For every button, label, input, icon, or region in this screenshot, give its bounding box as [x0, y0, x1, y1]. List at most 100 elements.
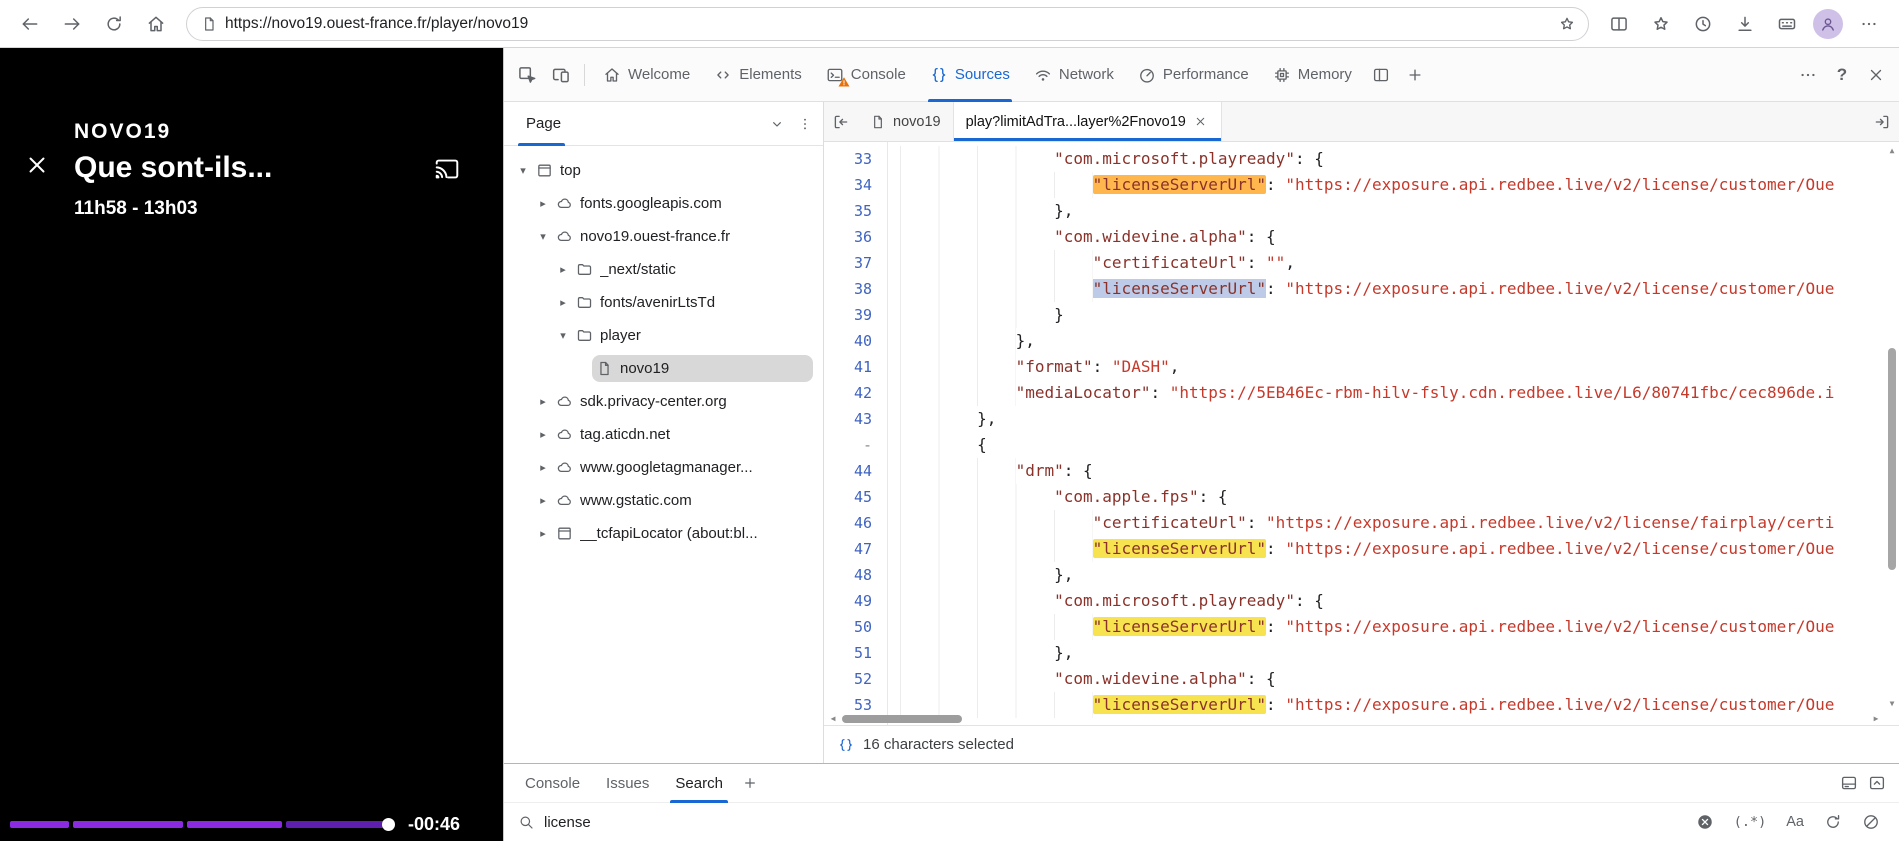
- code-line[interactable]: },: [900, 640, 1899, 666]
- site-info-icon[interactable]: [201, 16, 217, 32]
- tree-item-novo19-ouest-france-fr[interactable]: ▾ novo19.ouest-france.fr: [504, 220, 823, 253]
- refresh-search-button[interactable]: [1819, 808, 1847, 836]
- drawer-tab-search[interactable]: Search: [662, 764, 736, 803]
- line-number[interactable]: 48: [824, 562, 887, 588]
- code-line[interactable]: },: [900, 562, 1899, 588]
- drawer-tab-console[interactable]: Console: [512, 764, 593, 803]
- tree-expand-arrow[interactable]: ▸: [534, 395, 552, 408]
- downloads-button[interactable]: [1725, 4, 1765, 44]
- devtools-tab-welcome[interactable]: Welcome: [591, 48, 702, 102]
- code-line[interactable]: "licenseServerUrl": "https://exposure.ap…: [900, 614, 1899, 640]
- line-number[interactable]: 50: [824, 614, 887, 640]
- code-line[interactable]: "mediaLocator": "https://5EB46Ec-rbm-hil…: [900, 380, 1899, 406]
- code-line[interactable]: },: [900, 406, 1899, 432]
- tree-expand-arrow[interactable]: ▸: [534, 527, 552, 540]
- tree-item-next-static[interactable]: ▸ _next/static: [504, 253, 823, 286]
- devtools-tab-memory[interactable]: Memory: [1261, 48, 1364, 102]
- tree-item-fonts-avenirltstd[interactable]: ▸ fonts/avenirLtsTd: [504, 286, 823, 319]
- line-number[interactable]: 37: [824, 250, 887, 276]
- split-screen-button[interactable]: [1599, 4, 1639, 44]
- code-line[interactable]: "certificateUrl": "https://exposure.api.…: [900, 510, 1899, 536]
- code-line[interactable]: {: [900, 432, 1899, 458]
- code-line[interactable]: "licenseServerUrl": "https://exposure.ap…: [900, 276, 1899, 302]
- line-number[interactable]: 36: [824, 224, 887, 250]
- line-number[interactable]: 45: [824, 484, 887, 510]
- line-number[interactable]: 52: [824, 666, 887, 692]
- cast-button[interactable]: [432, 156, 462, 186]
- line-number[interactable]: 40: [824, 328, 887, 354]
- tree-collapse-arrow[interactable]: ▾: [514, 164, 532, 177]
- line-number[interactable]: 38: [824, 276, 887, 302]
- close-tab-icon[interactable]: [1193, 114, 1209, 130]
- vertical-scrollbar-thumb[interactable]: [1888, 347, 1896, 571]
- bookmark-button[interactable]: [1552, 9, 1582, 39]
- code-line[interactable]: }: [900, 302, 1899, 328]
- line-number[interactable]: 49: [824, 588, 887, 614]
- code-line[interactable]: "licenseServerUrl": "https://exposure.ap…: [900, 536, 1899, 562]
- code-line[interactable]: "format": "DASH",: [900, 354, 1899, 380]
- close-devtools-button[interactable]: [1859, 58, 1893, 92]
- line-number[interactable]: -: [824, 432, 887, 458]
- code-content[interactable]: "com.microsoft.playready": { "licenseSer…: [888, 142, 1899, 725]
- line-number[interactable]: 34: [824, 172, 887, 198]
- line-number[interactable]: 39: [824, 302, 887, 328]
- code-editor[interactable]: 33 34 35 36 37 38 39 40 41 42 43-44 45 46 47 48 49 50 51 5…: [824, 142, 1899, 725]
- navigator-tab-page[interactable]: Page: [504, 102, 575, 146]
- history-button[interactable]: [1683, 4, 1723, 44]
- tree-item-tcfapilocator-about-bl[interactable]: ▸ __tcfapiLocator (about:bl...: [504, 517, 823, 550]
- address-bar[interactable]: https://novo19.ouest-france.fr/player/no…: [186, 6, 1589, 41]
- scroll-down-arrow[interactable]: ▼: [1885, 697, 1899, 711]
- code-line[interactable]: "com.microsoft.playready": {: [900, 146, 1899, 172]
- line-number[interactable]: 43: [824, 406, 887, 432]
- devtools-tab-sources[interactable]: Sources: [918, 48, 1022, 102]
- add-drawer-tab-button[interactable]: [736, 769, 764, 797]
- scroll-left-arrow[interactable]: ◀: [826, 713, 840, 725]
- horizontal-scrollbar[interactable]: ◀ ▶: [824, 713, 1885, 725]
- tree-expand-arrow[interactable]: ▸: [534, 461, 552, 474]
- editor-tab-play-limitadtra-layer-2fnovo19[interactable]: play?limitAdTra...layer%2Fnovo19: [953, 102, 1222, 141]
- tree-item-top[interactable]: ▾ top: [504, 154, 823, 187]
- tree-expand-arrow[interactable]: ▸: [554, 263, 572, 276]
- favorites-button[interactable]: [1641, 4, 1681, 44]
- match-case-toggle[interactable]: Aa: [1781, 811, 1809, 833]
- devtools-tab-performance[interactable]: Performance: [1126, 48, 1261, 102]
- pretty-print-braces-icon[interactable]: [838, 737, 854, 753]
- horizontal-scrollbar-thumb[interactable]: [842, 715, 962, 723]
- tree-item-sdk-privacy-center-org[interactable]: ▸ sdk.privacy-center.org: [504, 385, 823, 418]
- tree-item-www-googletagmanager[interactable]: ▸ www.googletagmanager...: [504, 451, 823, 484]
- line-number[interactable]: 33: [824, 146, 887, 172]
- layout-panel-button[interactable]: [1364, 58, 1398, 92]
- line-number[interactable]: 51: [824, 640, 887, 666]
- browser-menu-button[interactable]: [1849, 4, 1889, 44]
- drawer-layout-button[interactable]: [1835, 769, 1863, 797]
- tree-item-tag-aticdn-net[interactable]: ▸ tag.aticdn.net: [504, 418, 823, 451]
- expand-drawer-button[interactable]: [1863, 769, 1891, 797]
- line-number[interactable]: 42: [824, 380, 887, 406]
- scroll-right-arrow[interactable]: ▶: [1869, 713, 1883, 725]
- search-input[interactable]: [544, 813, 1681, 831]
- code-line[interactable]: "drm": {: [900, 458, 1899, 484]
- tree-collapse-arrow[interactable]: ▾: [554, 329, 572, 342]
- refresh-button[interactable]: [94, 4, 134, 44]
- code-line[interactable]: "com.apple.fps": {: [900, 484, 1899, 510]
- devtools-tab-elements[interactable]: Elements: [702, 48, 814, 102]
- tree-item-player[interactable]: ▾ player: [504, 319, 823, 352]
- code-line[interactable]: "com.widevine.alpha": {: [900, 666, 1899, 692]
- back-button[interactable]: [10, 4, 50, 44]
- line-number[interactable]: 47: [824, 536, 887, 562]
- tree-item-fonts-googleapis-com[interactable]: ▸ fonts.googleapis.com: [504, 187, 823, 220]
- player-close-button[interactable]: [20, 150, 54, 184]
- progress-bar[interactable]: [10, 818, 395, 831]
- home-button[interactable]: [136, 4, 176, 44]
- forward-button[interactable]: [52, 4, 92, 44]
- devtools-tab-console[interactable]: Console: [814, 48, 918, 102]
- help-button[interactable]: ?: [1825, 58, 1859, 92]
- collapse-navigator-button[interactable]: [824, 105, 858, 139]
- devtools-tab-network[interactable]: Network: [1022, 48, 1126, 102]
- code-line[interactable]: "certificateUrl": "",: [900, 250, 1899, 276]
- device-toolbar-button[interactable]: [544, 58, 578, 92]
- url-text[interactable]: https://novo19.ouest-france.fr/player/no…: [225, 15, 1544, 33]
- open-debug-sidebar-button[interactable]: [1865, 105, 1899, 139]
- editor-tab-novo19[interactable]: novo19: [858, 102, 954, 141]
- inspect-element-button[interactable]: [510, 58, 544, 92]
